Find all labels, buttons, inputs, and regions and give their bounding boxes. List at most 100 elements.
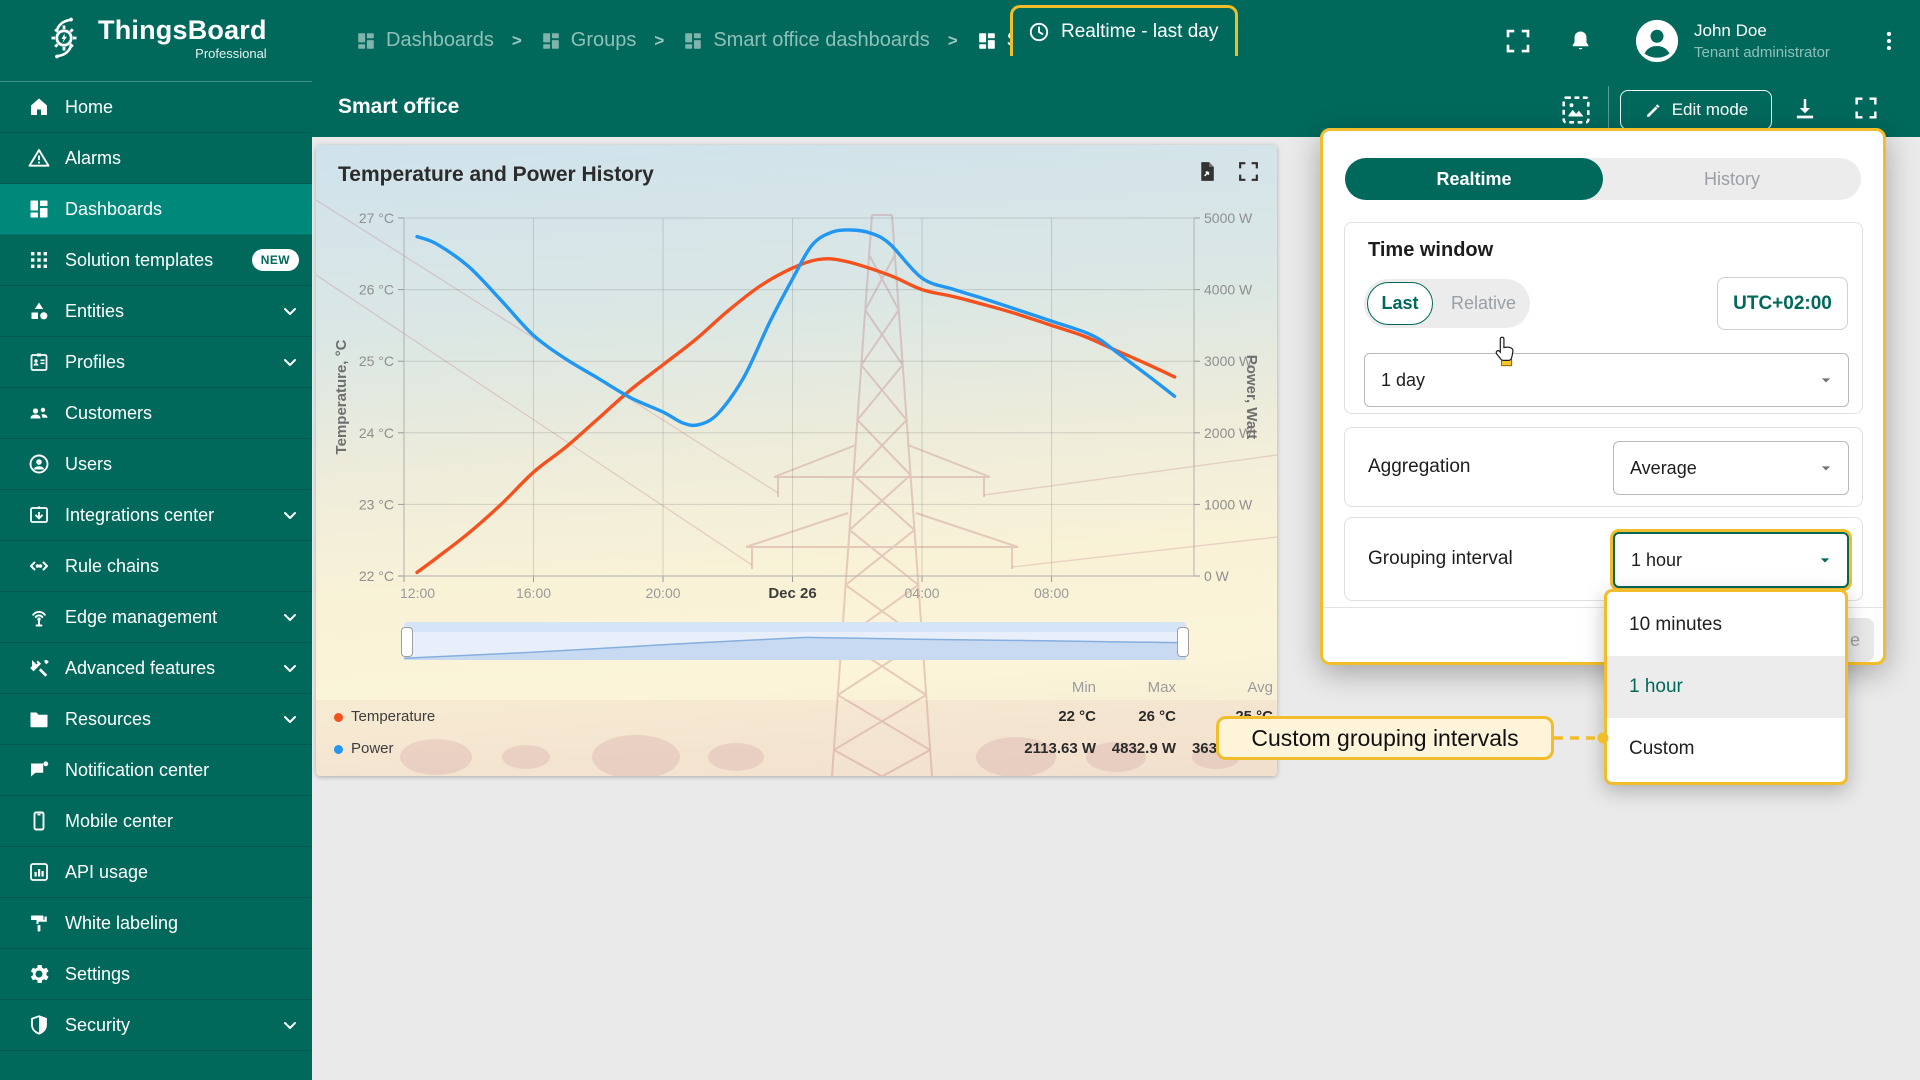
timewindow-button[interactable]: Realtime - last day xyxy=(1010,5,1238,56)
timezone-button[interactable]: UTC+02:00 xyxy=(1717,277,1848,330)
annotation-arrow xyxy=(1554,732,1609,744)
sidebar-item-label: Resources xyxy=(65,708,152,729)
time-window-card: Time window Last Relative UTC+02:00 1 da… xyxy=(1344,222,1863,414)
sidebar-item-api-usage[interactable]: API usage xyxy=(0,847,312,898)
toggle-relative[interactable]: Relative xyxy=(1451,279,1516,328)
export-data-icon[interactable] xyxy=(1194,159,1219,184)
sidebar-item-white-labeling[interactable]: White labeling xyxy=(0,898,312,949)
svg-text:23 °C: 23 °C xyxy=(359,496,394,512)
fullscreen-icon[interactable] xyxy=(1852,94,1880,122)
api-usage-icon xyxy=(27,860,51,884)
sidebar-item-label: Notification center xyxy=(65,759,210,780)
timewindow-tabs: Realtime History xyxy=(1345,158,1861,200)
grouping-interval-label: Grouping interval xyxy=(1368,548,1513,569)
svg-text:Dec 26: Dec 26 xyxy=(768,585,816,602)
download-icon[interactable] xyxy=(1790,94,1820,124)
menu-item-10-minutes[interactable]: 10 minutes xyxy=(1607,594,1845,656)
thingsboard-logo[interactable]: ThingsBoard Professional xyxy=(40,14,267,62)
fullscreen-icon[interactable] xyxy=(1503,26,1533,56)
caret-down-icon xyxy=(1816,370,1836,390)
legend-label: Power xyxy=(351,740,394,757)
aggregation-select[interactable]: Average xyxy=(1613,441,1849,495)
mobile-icon xyxy=(27,809,51,833)
sidebar-item-label: Rule chains xyxy=(65,555,160,576)
navigator-left-handle[interactable] xyxy=(401,627,413,657)
top-app-bar: ThingsBoard Professional Dashboards > Gr… xyxy=(0,0,1920,81)
home-icon xyxy=(27,95,51,119)
navigator-area[interactable] xyxy=(403,632,1187,660)
interval-select[interactable]: 1 day xyxy=(1364,353,1849,407)
tab-realtime[interactable]: Realtime xyxy=(1345,158,1603,200)
sidebar-item-dashboards[interactable]: Dashboards xyxy=(0,184,312,235)
sidebar-item-customers[interactable]: Customers xyxy=(0,388,312,439)
avatar[interactable] xyxy=(1634,18,1680,64)
time-range-navigator[interactable]: ∙∙∙ xyxy=(401,622,1189,660)
legend-label: Temperature xyxy=(351,708,436,725)
sidebar-item-label: Dashboards xyxy=(65,198,163,219)
sidebar-item-solution-templates[interactable]: Solution templates NEW xyxy=(0,235,312,286)
sidebar-item-advanced-features[interactable]: Advanced features xyxy=(0,643,312,694)
entities-icon xyxy=(27,299,51,323)
sidebar-item-settings[interactable]: Settings xyxy=(0,949,312,1000)
sidebar-item-rule-chains[interactable]: Rule chains xyxy=(0,541,312,592)
temperature-series-dot xyxy=(334,712,343,722)
legend-header-row: Min Max Avg xyxy=(316,675,1277,701)
user-circle-icon xyxy=(27,452,51,476)
menu-item-custom[interactable]: Custom xyxy=(1607,718,1845,780)
svg-text:3000 W: 3000 W xyxy=(1204,353,1253,369)
sidebar-item-integrations-center[interactable]: Integrations center xyxy=(0,490,312,541)
logo-title: ThingsBoard xyxy=(98,15,267,45)
sidebar-item-alarms[interactable]: Alarms xyxy=(0,133,312,184)
grouping-interval-select[interactable]: 1 hour xyxy=(1613,532,1849,588)
aggregation-label: Aggregation xyxy=(1368,456,1471,477)
svg-text:2000 W: 2000 W xyxy=(1204,425,1253,441)
navigator-right-handle[interactable] xyxy=(1177,627,1189,657)
legend-item-power[interactable]: Power xyxy=(334,736,394,762)
widget-fullscreen-icon[interactable] xyxy=(1236,159,1261,184)
sidebar-item-label: Alarms xyxy=(65,147,122,168)
sidebar-item-users[interactable]: Users xyxy=(0,439,312,490)
chevron-down-icon xyxy=(278,605,302,629)
caret-down-icon xyxy=(1815,550,1835,570)
sidebar-item-entities[interactable]: Entities xyxy=(0,286,312,337)
svg-text:1000 W: 1000 W xyxy=(1204,496,1253,512)
sidebar-item-home[interactable]: Home xyxy=(0,82,312,133)
customers-icon xyxy=(27,401,51,425)
svg-text:26 °C: 26 °C xyxy=(359,282,394,298)
chevron-down-icon xyxy=(278,656,302,680)
sidebar-item-profiles[interactable]: Profiles xyxy=(0,337,312,388)
navigator-scrollbar[interactable]: ∙∙∙ xyxy=(404,622,1186,637)
bell-icon[interactable] xyxy=(1567,26,1594,56)
sidebar-item-edge-management[interactable]: Edge management xyxy=(0,592,312,643)
sidebar-item-notification-center[interactable]: Notification center xyxy=(0,745,312,796)
breadcrumb-smart-office-dashboards[interactable]: Smart office dashboards xyxy=(682,29,930,52)
tab-history[interactable]: History xyxy=(1603,158,1861,200)
image-gallery-icon[interactable] xyxy=(1558,92,1594,128)
kebab-menu-icon[interactable] xyxy=(1876,28,1902,54)
edit-mode-button[interactable]: Edit mode xyxy=(1620,90,1772,130)
tools-icon xyxy=(27,656,51,680)
breadcrumb-separator: > xyxy=(511,30,522,50)
power-series-dot xyxy=(334,744,343,754)
gear-icon xyxy=(27,962,51,986)
integrations-icon xyxy=(27,503,51,527)
breadcrumb-dashboards[interactable]: Dashboards xyxy=(355,29,494,52)
toggle-last[interactable]: Last xyxy=(1367,282,1433,325)
svg-text:24 °C: 24 °C xyxy=(359,425,394,441)
user-role: Tenant administrator xyxy=(1694,43,1830,61)
menu-item-1-hour[interactable]: 1 hour xyxy=(1607,656,1845,718)
sidebar-item-label: Home xyxy=(65,96,114,117)
notification-icon xyxy=(27,758,51,782)
pencil-icon xyxy=(1644,101,1663,120)
sidebar-item-label: White labeling xyxy=(65,912,179,933)
sidebar-item-mobile-center[interactable]: Mobile center xyxy=(0,796,312,847)
sidebar-item-security[interactable]: Security xyxy=(0,1000,312,1051)
breadcrumb-groups[interactable]: Groups xyxy=(540,29,636,52)
sidebar-item-label: Users xyxy=(65,453,113,474)
breadcrumb-label: Dashboards xyxy=(386,29,494,51)
sidebar-nav: Home Alarms Dashboards Solution templates NE… xyxy=(0,81,312,1080)
sidebar-item-resources[interactable]: Resources xyxy=(0,694,312,745)
dashboard-tile-icon xyxy=(540,30,562,52)
legend-item-temperature[interactable]: Temperature xyxy=(334,704,435,730)
svg-text:5000 W: 5000 W xyxy=(1204,210,1253,226)
